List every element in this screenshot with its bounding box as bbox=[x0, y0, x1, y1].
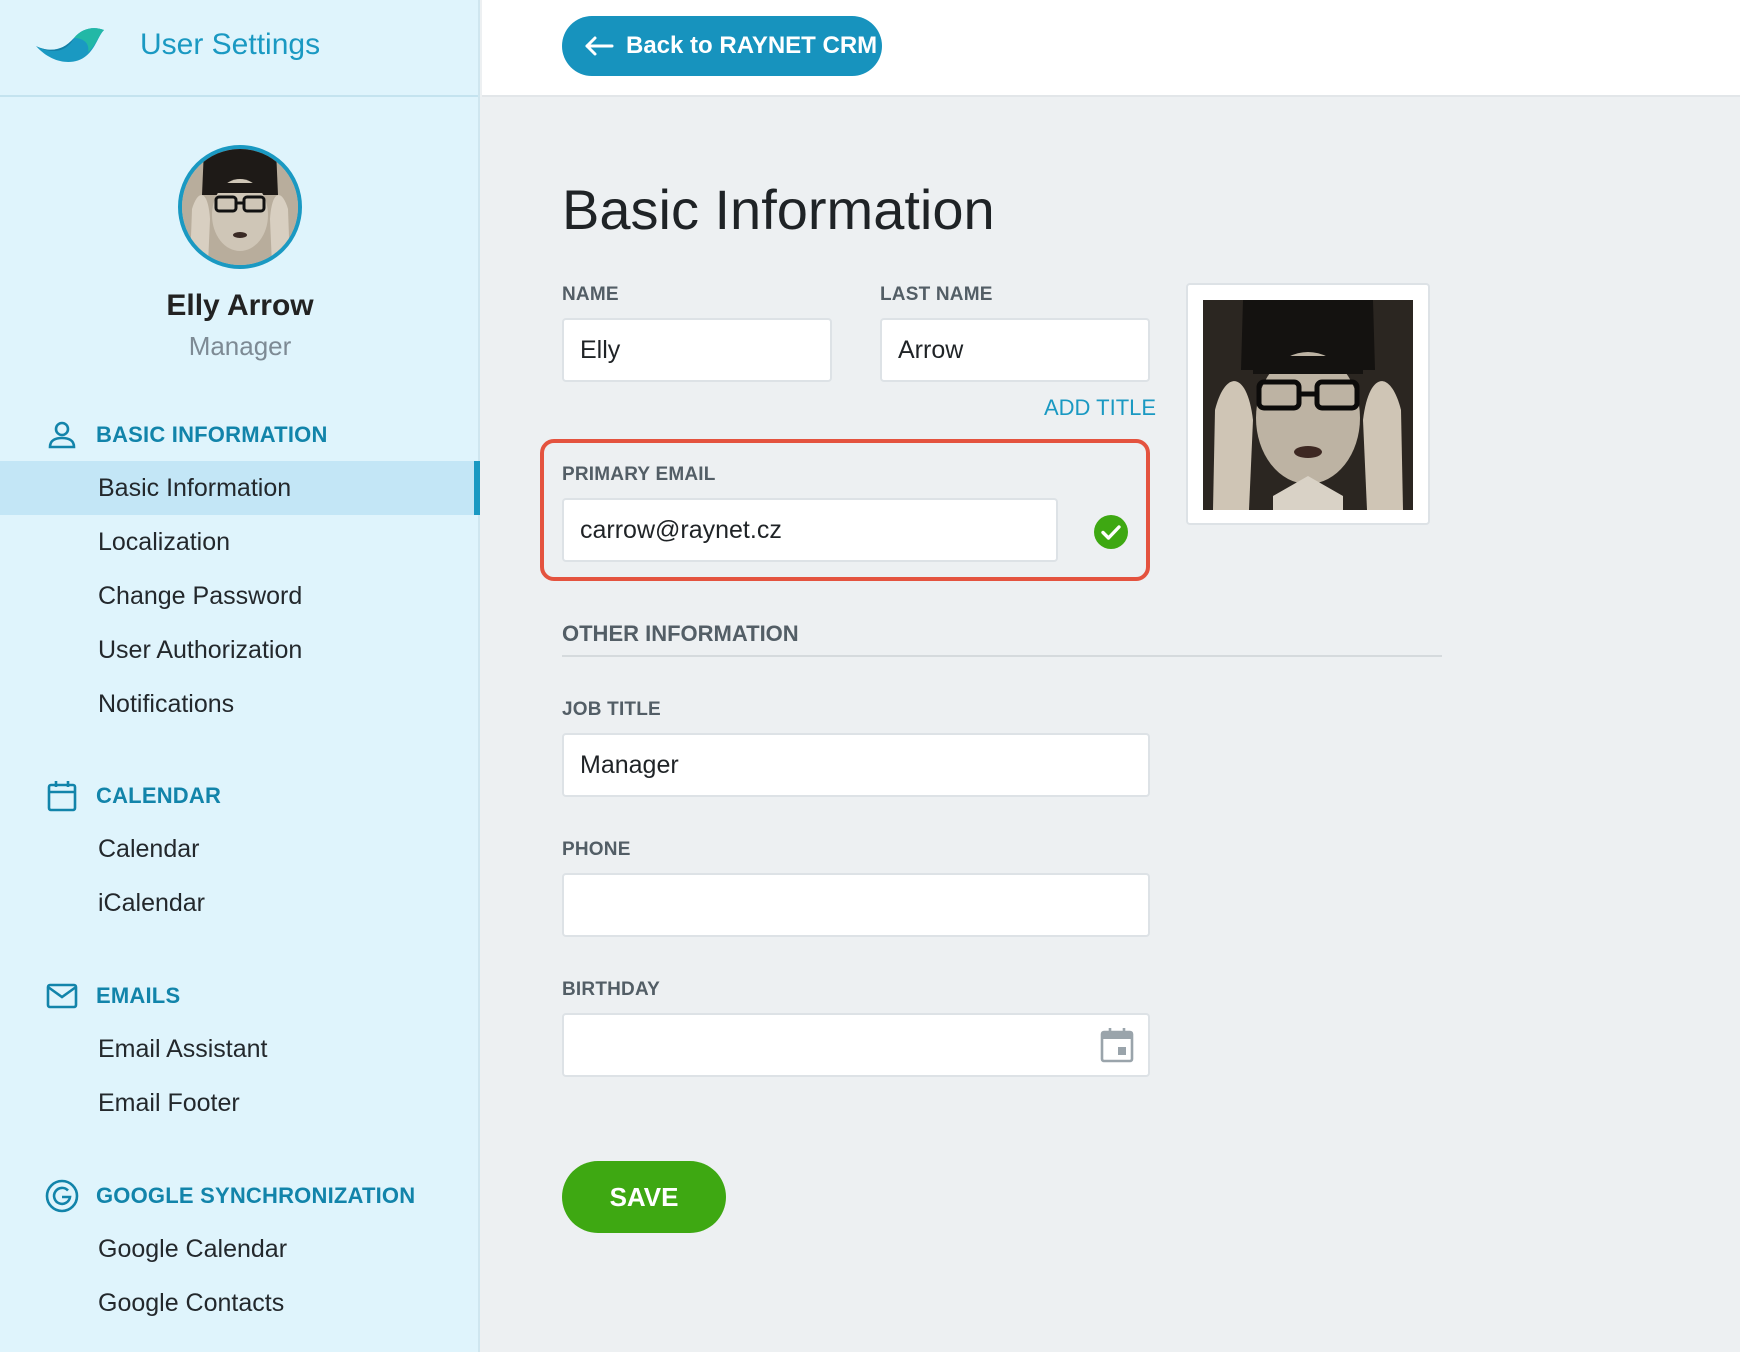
sidebar-item-calendar[interactable]: Calendar bbox=[0, 822, 480, 876]
nav-heading-calendar: CALENDAR bbox=[0, 770, 480, 822]
birthday-label: BIRTHDAY bbox=[562, 979, 661, 1000]
sidebar-item-email-assistant[interactable]: Email Assistant bbox=[0, 1022, 480, 1076]
nav-heading-label: CALENDAR bbox=[96, 783, 222, 808]
calendar-icon bbox=[44, 778, 80, 814]
nav-heading-label: EMAILS bbox=[96, 983, 181, 1008]
birthday-field[interactable] bbox=[562, 1013, 1150, 1077]
other-information-heading: OTHER INFORMATION bbox=[562, 621, 799, 646]
date-picker-icon[interactable] bbox=[1100, 1027, 1134, 1063]
sidebar-item-change-password[interactable]: Change Password bbox=[0, 569, 480, 623]
topbar: Back to RAYNET CRM bbox=[482, 0, 1740, 97]
google-icon bbox=[44, 1178, 80, 1214]
nav-heading-google-synchronization: GOOGLE SYNCHRONIZATION bbox=[0, 1170, 480, 1222]
nav-heading-label: BASIC INFORMATION bbox=[96, 422, 328, 447]
raynet-logo-icon[interactable] bbox=[34, 22, 106, 68]
back-button-label: Back to RAYNET CRM bbox=[626, 32, 878, 59]
user-profile: Elly Arrow Manager bbox=[0, 145, 480, 362]
last-name-label: LAST NAME bbox=[880, 284, 993, 305]
primary-email-field[interactable] bbox=[562, 498, 1058, 562]
sidebar-item-user-authorization[interactable]: User Authorization bbox=[0, 623, 480, 677]
primary-email-label: PRIMARY EMAIL bbox=[562, 464, 716, 485]
phone-field[interactable] bbox=[562, 873, 1150, 937]
add-title-link[interactable]: ADD TITLE bbox=[1044, 395, 1156, 421]
nav-section-emails: EMAILS Email Assistant Email Footer bbox=[0, 970, 480, 1130]
page-title: Basic Information bbox=[562, 178, 995, 241]
main-content: Basic Information NAME LAST NAME ADD TIT… bbox=[482, 99, 1740, 1352]
nav-section-calendar: CALENDAR Calendar iCalendar bbox=[0, 770, 480, 930]
sidebar: User Settings Elly Arrow Manager BASIC I… bbox=[0, 0, 480, 1352]
sidebar-item-basic-information[interactable]: Basic Information bbox=[0, 461, 480, 515]
check-circle-icon bbox=[1094, 515, 1128, 549]
nav-heading-basic-information: BASIC INFORMATION bbox=[0, 409, 480, 461]
nav-heading-emails: EMAILS bbox=[0, 970, 480, 1022]
nav-heading-label: GOOGLE SYNCHRONIZATION bbox=[96, 1183, 416, 1208]
phone-label: PHONE bbox=[562, 839, 631, 860]
user-icon bbox=[44, 417, 80, 453]
job-title-field[interactable] bbox=[562, 733, 1150, 797]
sidebar-item-google-calendar[interactable]: Google Calendar bbox=[0, 1222, 480, 1276]
back-to-crm-button[interactable]: Back to RAYNET CRM bbox=[562, 16, 882, 76]
last-name-field[interactable] bbox=[880, 318, 1150, 382]
name-label: NAME bbox=[562, 284, 619, 305]
job-title-label: JOB TITLE bbox=[562, 699, 661, 720]
profile-photo[interactable] bbox=[1186, 283, 1430, 525]
sidebar-item-icalendar[interactable]: iCalendar bbox=[0, 876, 480, 930]
sidebar-item-localization[interactable]: Localization bbox=[0, 515, 480, 569]
app-title: User Settings bbox=[140, 28, 321, 61]
sidebar-item-notifications[interactable]: Notifications bbox=[0, 677, 480, 731]
section-divider bbox=[562, 655, 1442, 657]
nav-section-basic-information: BASIC INFORMATION Basic Information Loca… bbox=[0, 409, 480, 731]
nav-section-google-synchronization: GOOGLE SYNCHRONIZATION Google Calendar G… bbox=[0, 1170, 480, 1330]
sidebar-item-google-contacts[interactable]: Google Contacts bbox=[0, 1276, 480, 1330]
save-button[interactable]: SAVE bbox=[562, 1161, 726, 1233]
sidebar-header: User Settings bbox=[0, 0, 478, 97]
profile-role: Manager bbox=[188, 331, 292, 361]
arrow-left-icon bbox=[585, 36, 614, 56]
mail-icon bbox=[44, 978, 80, 1014]
profile-photo-image bbox=[1203, 300, 1413, 510]
sidebar-item-email-footer[interactable]: Email Footer bbox=[0, 1076, 480, 1130]
profile-name: Elly Arrow bbox=[166, 289, 314, 322]
name-field[interactable] bbox=[562, 318, 832, 382]
avatar[interactable] bbox=[178, 145, 302, 269]
